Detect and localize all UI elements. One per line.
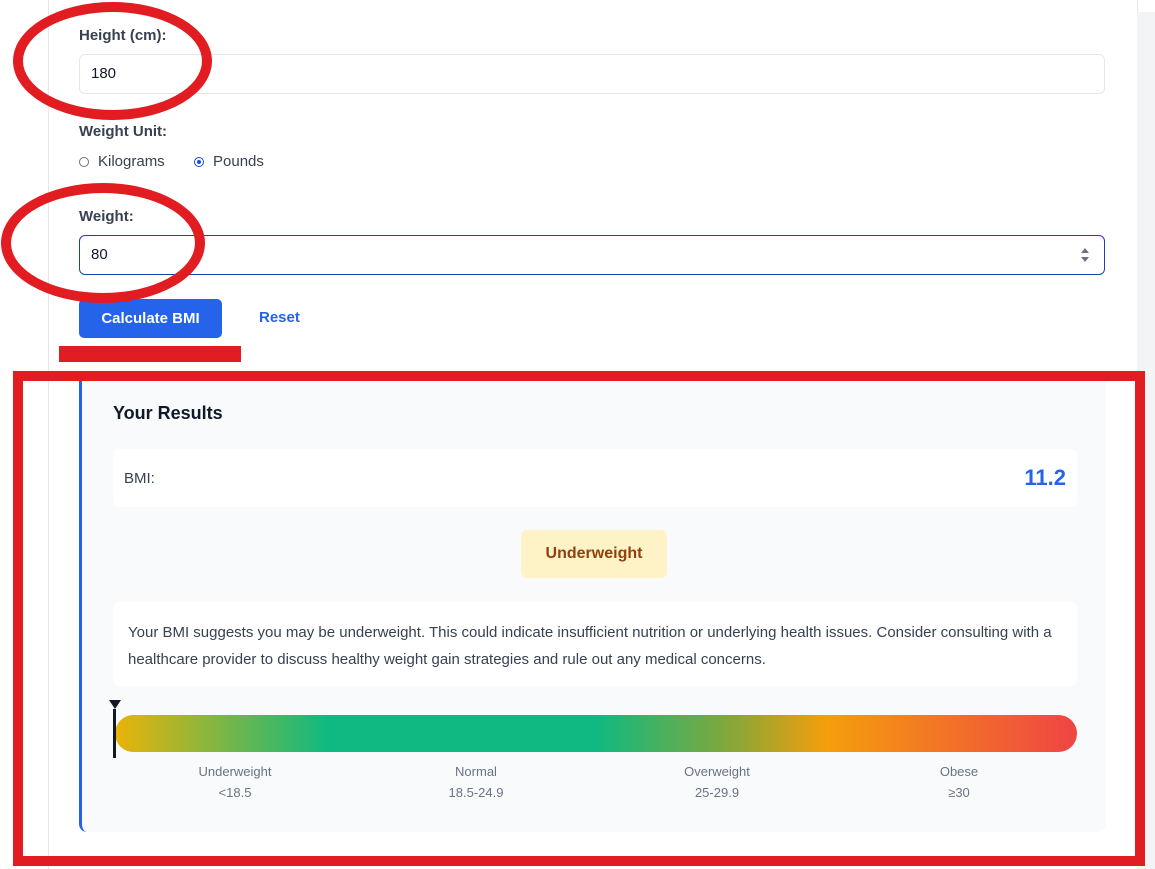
radio-kilograms-circle[interactable] <box>79 156 89 167</box>
weight-input[interactable]: 80 <box>79 235 1105 275</box>
radio-pounds-circle[interactable] <box>194 156 204 167</box>
radio-pounds[interactable]: Pounds <box>194 153 264 170</box>
annotation-circle-weight <box>1 183 205 303</box>
radio-kilograms-label: Kilograms <box>98 153 165 170</box>
number-spinner-icon[interactable] <box>1080 246 1090 264</box>
height-input[interactable]: 180 <box>79 54 1105 94</box>
annotation-results-box <box>13 371 1145 866</box>
radio-pounds-label: Pounds <box>213 153 264 170</box>
annotation-underline <box>59 346 241 362</box>
radio-kilograms[interactable]: Kilograms <box>79 153 165 170</box>
weight-unit-label: Weight Unit: <box>79 123 168 140</box>
annotation-circle-height <box>13 2 212 120</box>
reset-button[interactable]: Reset <box>259 309 300 326</box>
calculate-bmi-button[interactable]: Calculate BMI <box>79 299 222 338</box>
